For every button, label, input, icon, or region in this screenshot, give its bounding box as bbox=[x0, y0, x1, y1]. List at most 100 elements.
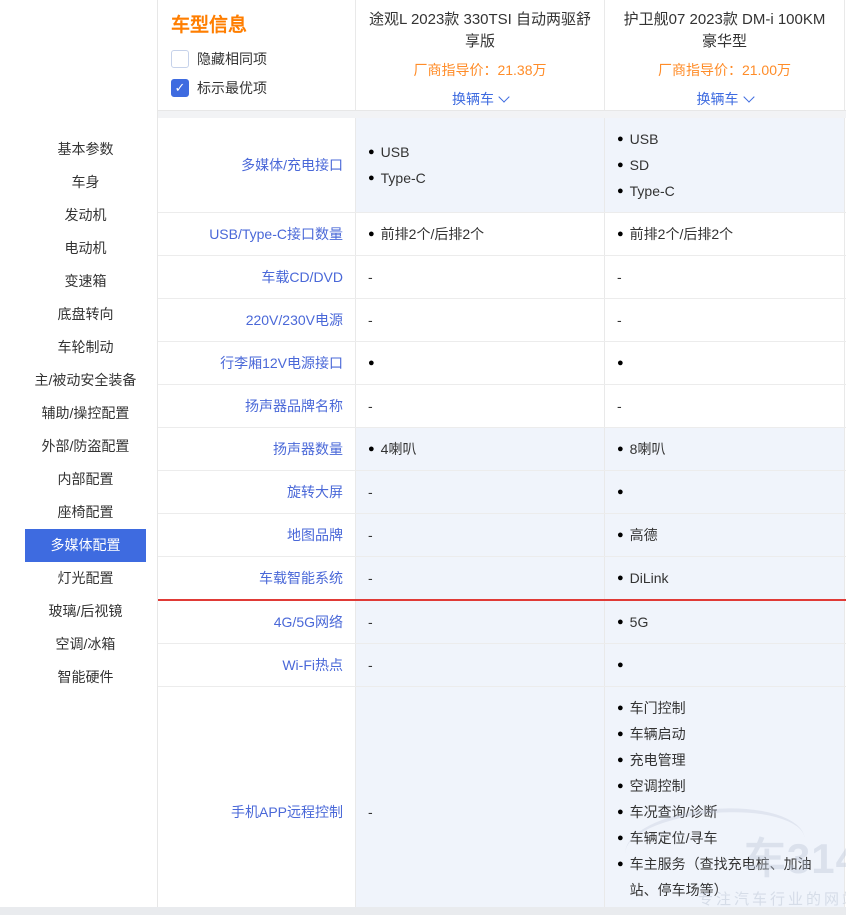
row-label-link[interactable]: 行李厢12V电源接口 bbox=[220, 353, 343, 373]
row-label-link[interactable]: 手机APP远程控制 bbox=[231, 802, 343, 822]
sidebar-item[interactable]: 多媒体配置 bbox=[25, 529, 146, 562]
row-label-cell: 手机APP远程控制 bbox=[158, 687, 356, 915]
compare-table: 车型信息 隐藏相同项 ✓ 标示最优项 途观L 2023款 330TSI 自动两驱… bbox=[157, 0, 846, 915]
bullet-icon: ● bbox=[617, 522, 624, 548]
table-header: 车型信息 隐藏相同项 ✓ 标示最优项 途观L 2023款 330TSI 自动两驱… bbox=[157, 0, 846, 111]
header-divider-band bbox=[157, 111, 846, 118]
table-row: 车载智能系统-●DiLink bbox=[158, 557, 846, 601]
value-cell: ●前排2个/后排2个 bbox=[605, 213, 845, 255]
horizontal-scrollbar[interactable] bbox=[0, 907, 846, 915]
sidebar-item[interactable]: 玻璃/后视镜 bbox=[25, 595, 146, 628]
value-cell: - bbox=[356, 471, 605, 513]
value-cell: ●USB●SD●Type-C bbox=[605, 118, 845, 212]
value-cell: ●前排2个/后排2个 bbox=[356, 213, 605, 255]
sidebar-item[interactable]: 车轮制动 bbox=[25, 331, 146, 364]
bullet-icon: ● bbox=[617, 799, 624, 825]
row-label-cell: 220V/230V电源 bbox=[158, 299, 356, 341]
sidebar-item[interactable]: 电动机 bbox=[25, 232, 146, 265]
value-cell: ● bbox=[605, 471, 845, 513]
car-price: 厂商指导价：21.00万 bbox=[658, 60, 791, 80]
value-cell: - bbox=[356, 514, 605, 556]
table-row: 旋转大屏 -● bbox=[158, 471, 846, 514]
value-item: ●前排2个/后排2个 bbox=[368, 221, 594, 247]
change-car-button[interactable]: 换辆车 bbox=[452, 89, 508, 109]
row-label-cell: 车载CD/DVD bbox=[158, 256, 356, 298]
sidebar-item[interactable]: 灯光配置 bbox=[25, 562, 146, 595]
value-item: - bbox=[617, 264, 834, 290]
row-label-link[interactable]: USB/Type-C接口数量 bbox=[209, 224, 343, 244]
row-label-link[interactable]: 4G/5G网络 bbox=[274, 612, 343, 632]
table-row: 行李厢12V电源接口●● bbox=[158, 342, 846, 385]
hide-same-checkbox[interactable]: 隐藏相同项 bbox=[171, 49, 355, 69]
sidebar-item[interactable]: 车身 bbox=[25, 166, 146, 199]
change-car-button[interactable]: 换辆车 bbox=[697, 89, 753, 109]
value-cell: ● bbox=[356, 342, 605, 384]
value-item: ●DiLink bbox=[617, 565, 834, 591]
row-label-link[interactable]: 车载智能系统 bbox=[259, 568, 343, 588]
sidebar-item[interactable]: 变速箱 bbox=[25, 265, 146, 298]
table-row: 地图品牌-●高德 bbox=[158, 514, 846, 557]
value-item: ●充电管理 bbox=[617, 747, 834, 773]
checkbox-icon bbox=[171, 50, 189, 68]
value-item: - bbox=[368, 652, 594, 678]
sidebar-item[interactable]: 座椅配置 bbox=[25, 496, 146, 529]
value-cell: - bbox=[356, 557, 605, 599]
table-row: 车载CD/DVD-- bbox=[158, 256, 846, 299]
value-cell: ● bbox=[605, 644, 845, 686]
value-cell: - bbox=[356, 687, 605, 915]
sidebar-item[interactable]: 发动机 bbox=[25, 199, 146, 232]
row-label-link[interactable]: 旋转大屏 bbox=[287, 482, 343, 502]
car-name: 护卫舰07 2023款 DM-i 100KM 豪华型 bbox=[615, 9, 834, 53]
sidebar-item[interactable]: 基本参数 bbox=[25, 133, 146, 166]
value-item: ●空调控制 bbox=[617, 773, 834, 799]
row-label-link[interactable]: 220V/230V电源 bbox=[246, 310, 343, 330]
sidebar-item[interactable]: 智能硬件 bbox=[25, 661, 146, 694]
bullet-icon: ● bbox=[617, 565, 624, 591]
bullet-icon: ● bbox=[368, 139, 375, 165]
row-label-link[interactable]: 扬声器品牌名称 bbox=[245, 396, 343, 416]
sidebar-item[interactable]: 底盘转向 bbox=[25, 298, 146, 331]
value-item: - bbox=[368, 479, 594, 505]
value-cell: ●车门控制●车辆启动●充电管理●空调控制●车况查询/诊断●车辆定位/寻车●车主服… bbox=[605, 687, 845, 915]
bullet-icon: ● bbox=[617, 851, 624, 877]
car-name: 途观L 2023款 330TSI 自动两驱舒享版 bbox=[366, 9, 594, 53]
table-body: 多媒体/充电接口●USB●Type-C●USB●SD●Type-CUSB/Typ… bbox=[157, 118, 846, 915]
sidebar-item[interactable]: 内部配置 bbox=[25, 463, 146, 496]
row-label-cell: 扬声器品牌名称 bbox=[158, 385, 356, 427]
model-info-panel: 车型信息 隐藏相同项 ✓ 标示最优项 bbox=[158, 0, 356, 110]
sidebar-item[interactable]: 辅助/操控配置 bbox=[25, 397, 146, 430]
value-item: - bbox=[368, 393, 594, 419]
row-label-cell: USB/Type-C接口数量 bbox=[158, 213, 356, 255]
row-label-link[interactable]: 多媒体/充电接口 bbox=[241, 155, 343, 175]
sidebar-item[interactable]: 空调/冰箱 bbox=[25, 628, 146, 661]
table-row: 手机APP远程控制-●车门控制●车辆启动●充电管理●空调控制●车况查询/诊断●车… bbox=[158, 687, 846, 915]
chevron-down-icon bbox=[743, 91, 754, 102]
bullet-icon: ● bbox=[368, 165, 375, 191]
bullet-icon: ● bbox=[617, 695, 624, 721]
row-label-link[interactable]: Wi-Fi热点 bbox=[282, 655, 343, 675]
value-cell: - bbox=[605, 299, 845, 341]
value-cell: - bbox=[356, 644, 605, 686]
row-label-cell: 行李厢12V电源接口 bbox=[158, 342, 356, 384]
value-item: ●5G bbox=[617, 609, 834, 635]
table-row: 扬声器数量●4喇叭●8喇叭 bbox=[158, 428, 846, 471]
sidebar-item[interactable]: 外部/防盗配置 bbox=[25, 430, 146, 463]
row-label-link[interactable]: 扬声器数量 bbox=[273, 439, 343, 459]
table-row: 4G/5G网络 -●5G bbox=[158, 601, 846, 644]
sidebar-item[interactable]: 主/被动安全装备 bbox=[25, 364, 146, 397]
bullet-icon: ● bbox=[368, 350, 375, 376]
row-label-link[interactable]: 地图品牌 bbox=[287, 525, 343, 545]
value-item: - bbox=[368, 307, 594, 333]
value-item: - bbox=[368, 609, 594, 635]
table-row: USB/Type-C接口数量 ●前排2个/后排2个 ●前排2个/后排2个 bbox=[158, 213, 846, 256]
checkbox-icon: ✓ bbox=[171, 79, 189, 97]
bullet-icon: ● bbox=[617, 436, 624, 462]
bullet-icon: ● bbox=[617, 152, 624, 178]
value-cell: ●4喇叭 bbox=[356, 428, 605, 470]
bullet-icon: ● bbox=[617, 178, 624, 204]
mark-best-checkbox[interactable]: ✓ 标示最优项 bbox=[171, 78, 355, 98]
table-row: 多媒体/充电接口●USB●Type-C●USB●SD●Type-C bbox=[158, 118, 846, 213]
value-item: ●车门控制 bbox=[617, 695, 834, 721]
row-label-link[interactable]: 车载CD/DVD bbox=[261, 267, 343, 287]
checkbox-label: 隐藏相同项 bbox=[197, 49, 267, 69]
